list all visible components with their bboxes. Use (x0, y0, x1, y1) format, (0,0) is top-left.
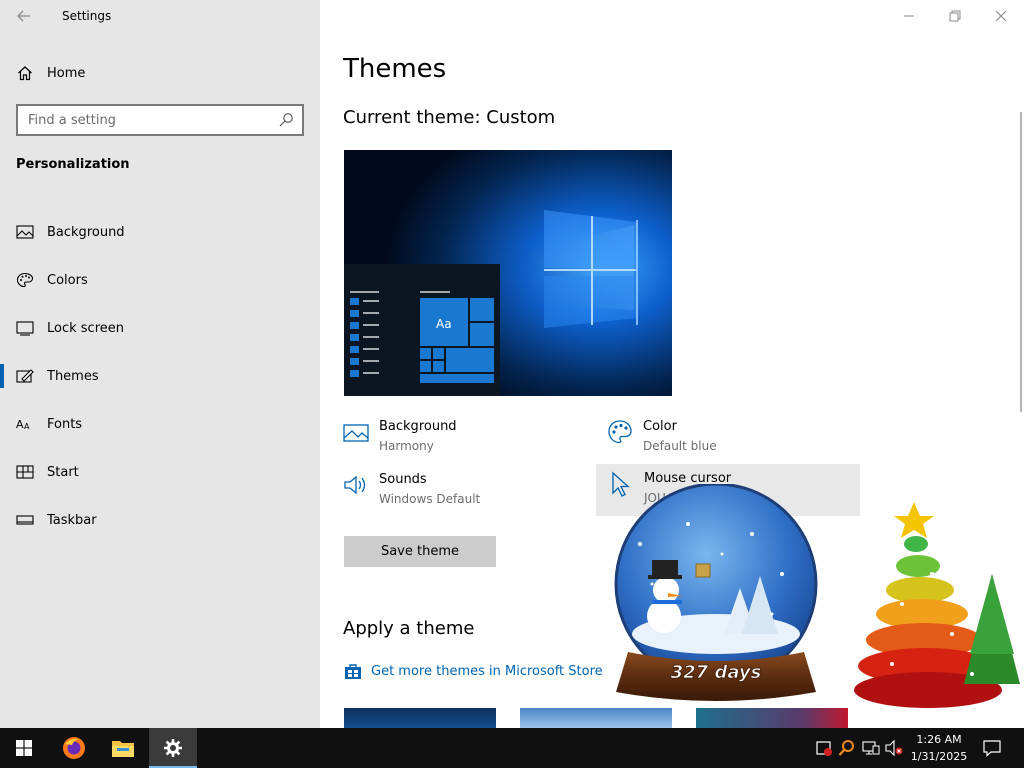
picture-icon (16, 225, 34, 239)
gear-icon (164, 739, 182, 757)
search-input[interactable] (18, 112, 278, 128)
minimize-button[interactable] (886, 0, 932, 32)
volume-muted-icon[interactable] (885, 739, 903, 757)
windows-logo-icon (16, 740, 32, 756)
sidebar-nav: Background Colors Lock screen Themes A A… (0, 208, 320, 544)
taskbar-file-explorer[interactable] (99, 728, 147, 768)
sidebar-item-label: Fonts (47, 416, 83, 432)
svg-text:A: A (24, 422, 30, 431)
sounds-property-title: Sounds (379, 472, 427, 487)
theme-preview: Aa (344, 150, 672, 396)
start-button[interactable] (0, 728, 48, 768)
background-property-title: Background (379, 419, 457, 434)
taskbar-icon (16, 515, 34, 525)
sidebar-item-label: Themes (47, 368, 99, 384)
sidebar-item-start[interactable]: Start (0, 448, 320, 496)
color-property-value: Default blue (643, 439, 717, 453)
network-icon[interactable] (862, 739, 880, 757)
sidebar-item-themes[interactable]: Themes (0, 352, 320, 400)
speaker-icon (344, 475, 366, 495)
sidebar: Settings Home Personalization Background (0, 0, 320, 728)
color-property-title: Color (643, 419, 677, 434)
restore-icon (949, 10, 961, 22)
security-alert-icon[interactable] (815, 739, 833, 757)
search-icon[interactable] (278, 112, 294, 128)
sidebar-item-label: Taskbar (47, 512, 97, 528)
sounds-property-value: Windows Default (379, 492, 481, 506)
home-label: Home (47, 65, 86, 81)
theme-thumbnail[interactable] (344, 708, 496, 728)
start-icon (16, 465, 34, 479)
lock-screen-icon (16, 321, 34, 336)
store-link-label: Get more themes in Microsoft Store (371, 663, 603, 679)
app-title: Settings (62, 9, 112, 23)
palette-icon (608, 420, 632, 444)
scrollbar[interactable] (1020, 112, 1022, 412)
windows-wallpaper-preview: Aa (344, 150, 672, 396)
firefox-icon (63, 737, 85, 759)
apply-theme-heading: Apply a theme (343, 618, 475, 639)
christmas-tree-gadget[interactable] (832, 494, 1022, 724)
search-tray-icon[interactable] (838, 739, 856, 757)
svg-text:A: A (16, 418, 24, 431)
clock-date: 1/31/2025 (910, 750, 968, 763)
current-theme-label: Current theme: Custom (343, 107, 556, 128)
sidebar-item-fonts[interactable]: A A Fonts (0, 400, 320, 448)
taskbar: 1:26 AM 1/31/2025 (0, 728, 1024, 768)
microsoft-store-link[interactable]: Get more themes in Microsoft Store (344, 662, 603, 680)
picture-icon (343, 424, 369, 442)
notification-icon[interactable] (983, 739, 1001, 757)
sidebar-item-home[interactable]: Home (0, 58, 320, 88)
clock-time: 1:26 AM (916, 733, 962, 746)
snow-globe-gadget[interactable]: 327 days (592, 484, 828, 720)
countdown-text: 327 days (671, 662, 762, 683)
background-property-value: Harmony (379, 439, 434, 453)
sidebar-item-label: Background (47, 224, 125, 240)
sidebar-item-label: Lock screen (47, 320, 124, 336)
folder-icon (112, 741, 134, 757)
search-box (16, 104, 304, 136)
preview-tile-label: Aa (436, 317, 452, 331)
minimize-icon (904, 15, 914, 17)
system-clock[interactable]: 1:26 AM 1/31/2025 (906, 731, 972, 765)
home-icon (18, 66, 32, 81)
close-button[interactable] (978, 0, 1024, 32)
palette-icon (16, 272, 34, 288)
sidebar-item-taskbar[interactable]: Taskbar (0, 496, 320, 544)
themes-icon (16, 369, 34, 383)
taskbar-firefox[interactable] (50, 728, 98, 768)
sounds-property[interactable]: Sounds Windows Default (343, 471, 480, 508)
maximize-button[interactable] (932, 0, 978, 32)
background-property[interactable]: Background Harmony (343, 418, 457, 455)
back-arrow-icon (17, 10, 30, 22)
fonts-icon: A A (16, 418, 30, 431)
taskbar-settings[interactable] (149, 728, 197, 768)
page-title: Themes (343, 54, 447, 84)
store-bag-icon (345, 664, 361, 679)
section-title: Personalization (16, 157, 130, 172)
sidebar-item-label: Start (47, 464, 79, 480)
back-button[interactable] (12, 6, 36, 26)
close-icon (995, 10, 1007, 22)
color-property[interactable]: Color Default blue (607, 418, 717, 455)
save-theme-button[interactable]: Save theme (344, 536, 496, 567)
sidebar-item-lock-screen[interactable]: Lock screen (0, 304, 320, 352)
sidebar-item-background[interactable]: Background (0, 208, 320, 256)
sidebar-item-colors[interactable]: Colors (0, 256, 320, 304)
sidebar-item-label: Colors (47, 272, 88, 288)
